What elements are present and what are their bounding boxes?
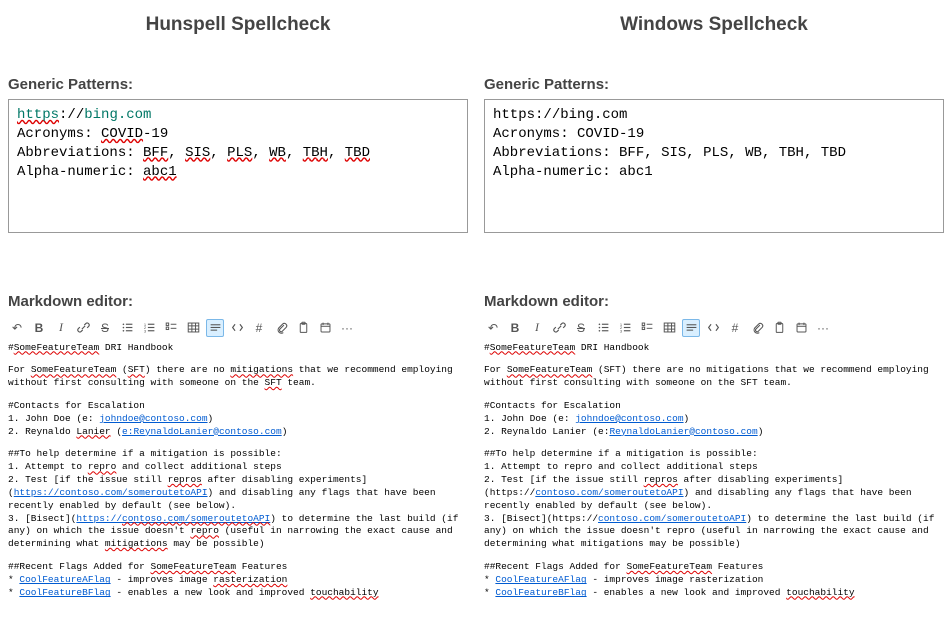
- column-title-windows: Windows Spellcheck: [484, 14, 944, 36]
- hash-button[interactable]: #: [250, 319, 268, 337]
- markdown-body-right[interactable]: #SomeFeatureTeam DRI Handbook For SomeFe…: [484, 342, 944, 600]
- pattern-alphanumeric: Alpha-numeric: abc1: [17, 163, 459, 182]
- pattern-abbreviations: Abbreviations: BFF, SIS, PLS, WB, TBH, T…: [493, 144, 935, 163]
- code-icon[interactable]: [704, 319, 722, 337]
- markdown-editor-heading: Markdown editor:: [8, 293, 468, 310]
- generic-patterns-box[interactable]: https://bing.com Acronyms: COVID-19 Abbr…: [8, 99, 468, 233]
- calendar-icon[interactable]: [792, 319, 810, 337]
- unordered-list-icon[interactable]: [118, 319, 136, 337]
- attach-icon[interactable]: [272, 319, 290, 337]
- svg-text:3: 3: [143, 328, 146, 333]
- attach-icon[interactable]: [748, 319, 766, 337]
- undo-icon[interactable]: ↶: [8, 319, 26, 337]
- pattern-url: https://bing.com: [493, 106, 935, 125]
- ordered-list-icon[interactable]: 123: [616, 319, 634, 337]
- clipboard-icon[interactable]: [770, 319, 788, 337]
- code-icon[interactable]: [228, 319, 246, 337]
- generic-patterns-heading: Generic Patterns:: [484, 76, 944, 93]
- more-icon[interactable]: ···: [814, 319, 832, 337]
- checklist-icon[interactable]: [638, 319, 656, 337]
- clipboard-icon[interactable]: [294, 319, 312, 337]
- pattern-acronyms: Acronyms: COVID-19: [493, 125, 935, 144]
- bold-button[interactable]: B: [506, 319, 524, 337]
- pattern-alphanumeric: Alpha-numeric: abc1: [493, 163, 935, 182]
- more-icon[interactable]: ···: [338, 319, 356, 337]
- markdown-toolbar: ↶ B I S 123 # ···: [8, 316, 468, 342]
- table-icon[interactable]: [660, 319, 678, 337]
- text-block-icon[interactable]: [682, 319, 700, 337]
- strike-button[interactable]: S: [572, 319, 590, 337]
- windows-column: Windows Spellcheck Generic Patterns: htt…: [476, 0, 952, 619]
- markdown-body-left[interactable]: #SomeFeatureTeam DRI Handbook For SomeFe…: [8, 342, 468, 600]
- ordered-list-icon[interactable]: 123: [140, 319, 158, 337]
- italic-button[interactable]: I: [528, 319, 546, 337]
- generic-patterns-heading: Generic Patterns:: [8, 76, 468, 93]
- link-icon[interactable]: [74, 319, 92, 337]
- generic-patterns-box[interactable]: https://bing.com Acronyms: COVID-19 Abbr…: [484, 99, 944, 233]
- undo-icon[interactable]: ↶: [484, 319, 502, 337]
- strike-button[interactable]: S: [96, 319, 114, 337]
- calendar-icon[interactable]: [316, 319, 334, 337]
- unordered-list-icon[interactable]: [594, 319, 612, 337]
- checklist-icon[interactable]: [162, 319, 180, 337]
- markdown-toolbar: ↶ B I S 123 # ···: [484, 316, 944, 342]
- table-icon[interactable]: [184, 319, 202, 337]
- link-icon[interactable]: [550, 319, 568, 337]
- hash-button[interactable]: #: [726, 319, 744, 337]
- column-title-hunspell: Hunspell Spellcheck: [8, 14, 468, 36]
- pattern-abbreviations: Abbreviations: BFF, SIS, PLS, WB, TBH, T…: [17, 144, 459, 163]
- pattern-acronyms: Acronyms: COVID-19: [17, 125, 459, 144]
- svg-text:3: 3: [619, 328, 622, 333]
- italic-button[interactable]: I: [52, 319, 70, 337]
- markdown-editor-heading: Markdown editor:: [484, 293, 944, 310]
- bold-button[interactable]: B: [30, 319, 48, 337]
- hunspell-column: Hunspell Spellcheck Generic Patterns: ht…: [0, 0, 476, 619]
- pattern-url: https://bing.com: [17, 106, 459, 125]
- text-block-icon[interactable]: [206, 319, 224, 337]
